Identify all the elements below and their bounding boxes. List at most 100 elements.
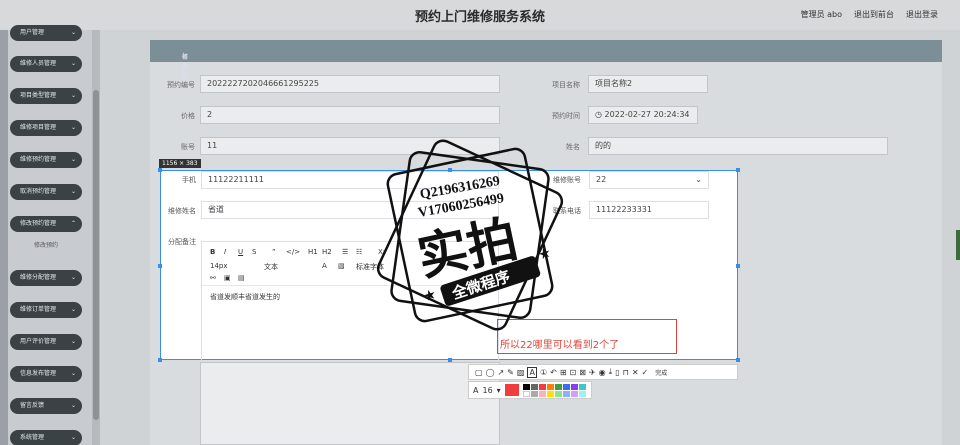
bullet-list-icon[interactable]: ☷ [356, 248, 362, 256]
record-icon[interactable]: ◉ [599, 368, 606, 377]
ocr-icon[interactable]: ⊞ [560, 368, 567, 377]
resize-handle[interactable] [158, 358, 162, 362]
h1-icon[interactable]: H1 [308, 248, 318, 256]
name-field[interactable]: 的的 [588, 137, 888, 155]
resize-handle[interactable] [158, 168, 162, 172]
sidebar-item-cancel[interactable]: 取消预约管理 ⌄ [10, 184, 82, 200]
paragraph-select[interactable]: 文本 [264, 262, 278, 272]
sidebar-item-project-types[interactable]: 项目类型管理 ⌄ [10, 88, 82, 104]
sidebar-item-label: 维修项目管理 [20, 124, 57, 131]
price-field[interactable]: 2 [200, 106, 500, 124]
sidebar-item-feedback[interactable]: 留言反馈 ⌄ [10, 398, 82, 414]
italic-icon[interactable]: I [224, 248, 226, 256]
strike-icon[interactable]: S [252, 248, 256, 256]
check-icon[interactable]: ✓ [642, 368, 649, 377]
pen-icon[interactable]: ✎ [507, 368, 514, 377]
video-icon[interactable]: ▤ [238, 274, 245, 282]
color-swatch[interactable] [570, 390, 578, 397]
worker-select[interactable]: 22 ⌄ [589, 171, 709, 189]
chevron-down-icon: ⌄ [70, 274, 76, 281]
color-swatch[interactable] [578, 383, 586, 390]
sidebar-item-users[interactable]: 用户管理 ⌄ [10, 25, 82, 41]
resize-handle[interactable] [736, 264, 740, 268]
page-scroll-indicator[interactable] [956, 230, 960, 260]
arrow-icon[interactable]: ↗ [498, 368, 505, 377]
time-field[interactable]: ◷ 2022-02-27 20:24:34 [588, 106, 698, 124]
number-icon[interactable]: ① [540, 368, 547, 377]
color-swatch[interactable] [522, 390, 530, 397]
resize-handle[interactable] [158, 264, 162, 268]
color-swatch[interactable] [562, 383, 570, 390]
sidebar-item-label: 信息发布管理 [20, 370, 57, 377]
scrollbar-thumb[interactable] [93, 90, 99, 420]
price-label: 价格 [181, 112, 195, 120]
translate-icon[interactable]: ⊡ [570, 368, 577, 377]
ordered-list-icon[interactable]: ☰ [342, 248, 348, 256]
pin-icon[interactable]: ✈ [589, 368, 596, 377]
color-palette[interactable] [522, 383, 586, 397]
font-size-select[interactable]: 16 [482, 386, 492, 395]
sidebar-item-orders[interactable]: 维修订单管理 ⌄ [10, 302, 82, 318]
color-swatch[interactable] [546, 383, 554, 390]
underline-icon[interactable]: U [238, 248, 243, 256]
sidebar-item-news[interactable]: 信息发布管理 ⌄ [10, 366, 82, 382]
phone-icon[interactable]: ▯ [615, 368, 619, 377]
chevron-down-icon: ⌄ [70, 188, 76, 195]
h2-icon[interactable]: H2 [322, 248, 332, 256]
rect-icon[interactable]: ▢ [475, 368, 483, 377]
close-icon[interactable]: ✕ [632, 368, 639, 377]
time-value: 2022-02-27 20:24:34 [604, 110, 690, 119]
order-no-field[interactable]: 2022227202046661295225 [200, 75, 500, 93]
logout-link[interactable]: 退出登录 [906, 9, 938, 20]
sidebar-item-assign[interactable]: 维修分配管理 ⌄ [10, 270, 82, 286]
bold-icon[interactable]: B [210, 248, 215, 256]
text-style-toolbar: A 16 ▾ [468, 381, 592, 399]
sidebar-item-bookings[interactable]: 维修预约管理 ⌄ [10, 152, 82, 168]
color-swatch[interactable] [570, 383, 578, 390]
color-swatch[interactable] [538, 390, 546, 397]
sidebar-subitem-modify[interactable]: 修改预约 [10, 238, 82, 254]
resize-handle[interactable] [736, 168, 740, 172]
color-swatch[interactable] [522, 383, 530, 390]
scan-icon[interactable]: ⊠ [579, 368, 586, 377]
color-swatch[interactable] [530, 383, 538, 390]
color-swatch[interactable] [546, 390, 554, 397]
quote-icon[interactable]: ” [272, 248, 276, 256]
sidebar-item-modify[interactable]: 修改预约管理 ⌃ [10, 216, 82, 232]
text-icon[interactable]: A [527, 366, 537, 378]
sidebar-item-workers[interactable]: 维修人员管理 ⌄ [10, 56, 82, 72]
undo-icon[interactable]: ↶ [550, 368, 557, 377]
sidebar-item-system[interactable]: 系统管理 ⌄ [10, 430, 82, 445]
bg-color-icon[interactable]: ▧ [338, 262, 345, 270]
chevron-down-icon: ⌄ [70, 29, 76, 36]
sidebar-item-label: 维修分配管理 [20, 274, 57, 281]
project-name-field[interactable]: 项目名称2 [588, 75, 708, 93]
sidebar-item-reviews[interactable]: 用户评价管理 ⌄ [10, 334, 82, 350]
code-icon[interactable]: </> [286, 248, 300, 256]
mosaic-icon[interactable]: ▨ [517, 368, 525, 377]
image-icon[interactable]: ▣ [224, 274, 231, 282]
sidebar-scrollbar[interactable] [92, 30, 100, 445]
color-swatch[interactable] [578, 390, 586, 397]
text-color-icon[interactable]: A [322, 262, 327, 270]
editor-body[interactable]: 省道发顺丰省道发生的 [210, 292, 280, 302]
bookmark-icon[interactable]: ⊓ [623, 368, 629, 377]
link-icon[interactable]: ⚯ [210, 274, 216, 282]
ellipse-icon[interactable]: ◯ [486, 368, 495, 377]
resize-handle[interactable] [448, 358, 452, 362]
color-swatch[interactable] [538, 383, 546, 390]
chevron-down-icon: ⌄ [70, 60, 76, 67]
download-icon[interactable]: ⤓ [609, 367, 613, 377]
font-size-select[interactable]: 14px [210, 262, 228, 270]
resize-handle[interactable] [736, 358, 740, 362]
color-swatch[interactable] [554, 383, 562, 390]
account-label: 账号 [181, 143, 195, 151]
color-swatch[interactable] [530, 390, 538, 397]
exit-front-link[interactable]: 退出到前台 [854, 9, 894, 20]
color-swatch[interactable] [554, 390, 562, 397]
done-button[interactable]: 完成 [655, 368, 667, 377]
current-color-swatch[interactable] [504, 384, 519, 396]
sidebar-item-projects[interactable]: 维修项目管理 ⌄ [10, 120, 82, 136]
color-swatch[interactable] [562, 390, 570, 397]
contact-field[interactable]: 11122233331 [589, 201, 709, 219]
